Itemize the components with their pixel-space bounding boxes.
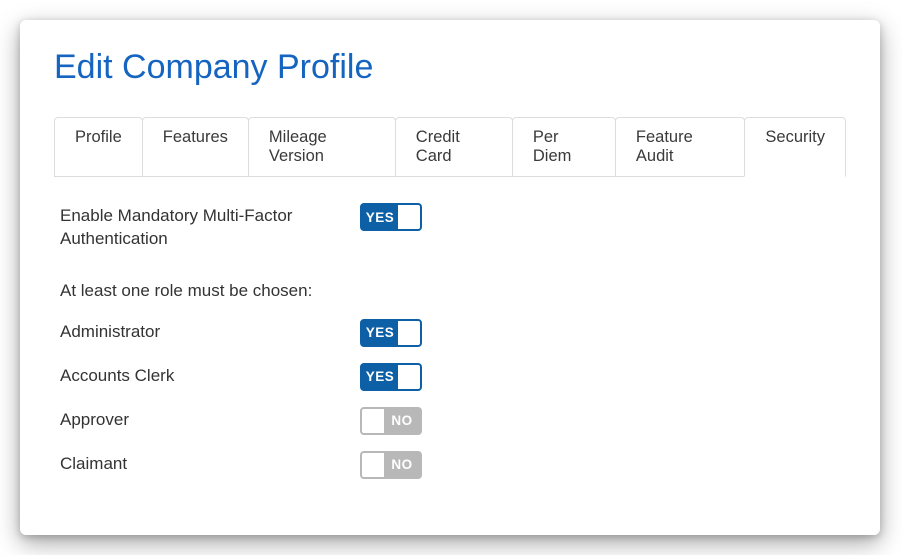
toggle-knob: [362, 453, 384, 477]
security-form: Enable Mandatory Multi-Factor Authentica…: [54, 203, 846, 479]
role-toggle-claimant[interactable]: NO: [360, 451, 422, 479]
tab-features[interactable]: Features: [142, 117, 249, 177]
role-row-approver: Approver NO: [60, 407, 846, 435]
role-toggle-accounts-clerk[interactable]: YES: [360, 363, 422, 391]
tab-profile[interactable]: Profile: [54, 117, 143, 177]
tab-bar: Profile Features Mileage Version Credit …: [54, 117, 846, 177]
page-title: Edit Company Profile: [54, 48, 846, 87]
role-label: Administrator: [60, 319, 360, 344]
company-profile-card: Edit Company Profile Profile Features Mi…: [20, 20, 880, 535]
tab-security[interactable]: Security: [744, 117, 846, 177]
role-label: Approver: [60, 407, 360, 432]
role-row-accounts-clerk: Accounts Clerk YES: [60, 363, 846, 391]
roles-note: At least one role must be chosen:: [60, 281, 846, 301]
tab-mileage-version[interactable]: Mileage Version: [248, 117, 396, 177]
tab-per-diem[interactable]: Per Diem: [512, 117, 616, 177]
role-row-administrator: Administrator YES: [60, 319, 846, 347]
toggle-knob: [362, 409, 384, 433]
role-label: Accounts Clerk: [60, 363, 360, 388]
role-toggle-approver[interactable]: NO: [360, 407, 422, 435]
mfa-toggle[interactable]: YES: [360, 203, 422, 231]
mfa-row: Enable Mandatory Multi-Factor Authentica…: [60, 203, 846, 251]
role-toggle-administrator[interactable]: YES: [360, 319, 422, 347]
mfa-label: Enable Mandatory Multi-Factor Authentica…: [60, 203, 360, 251]
toggle-knob: [398, 321, 420, 345]
toggle-knob: [398, 205, 420, 229]
toggle-text: YES: [362, 325, 398, 340]
toggle-text: YES: [362, 210, 398, 225]
toggle-text: NO: [384, 457, 420, 472]
tab-feature-audit[interactable]: Feature Audit: [615, 117, 746, 177]
toggle-knob: [398, 365, 420, 389]
toggle-text: NO: [384, 413, 420, 428]
role-label: Claimant: [60, 451, 360, 476]
tab-credit-card[interactable]: Credit Card: [395, 117, 513, 177]
role-row-claimant: Claimant NO: [60, 451, 846, 479]
toggle-text: YES: [362, 369, 398, 384]
